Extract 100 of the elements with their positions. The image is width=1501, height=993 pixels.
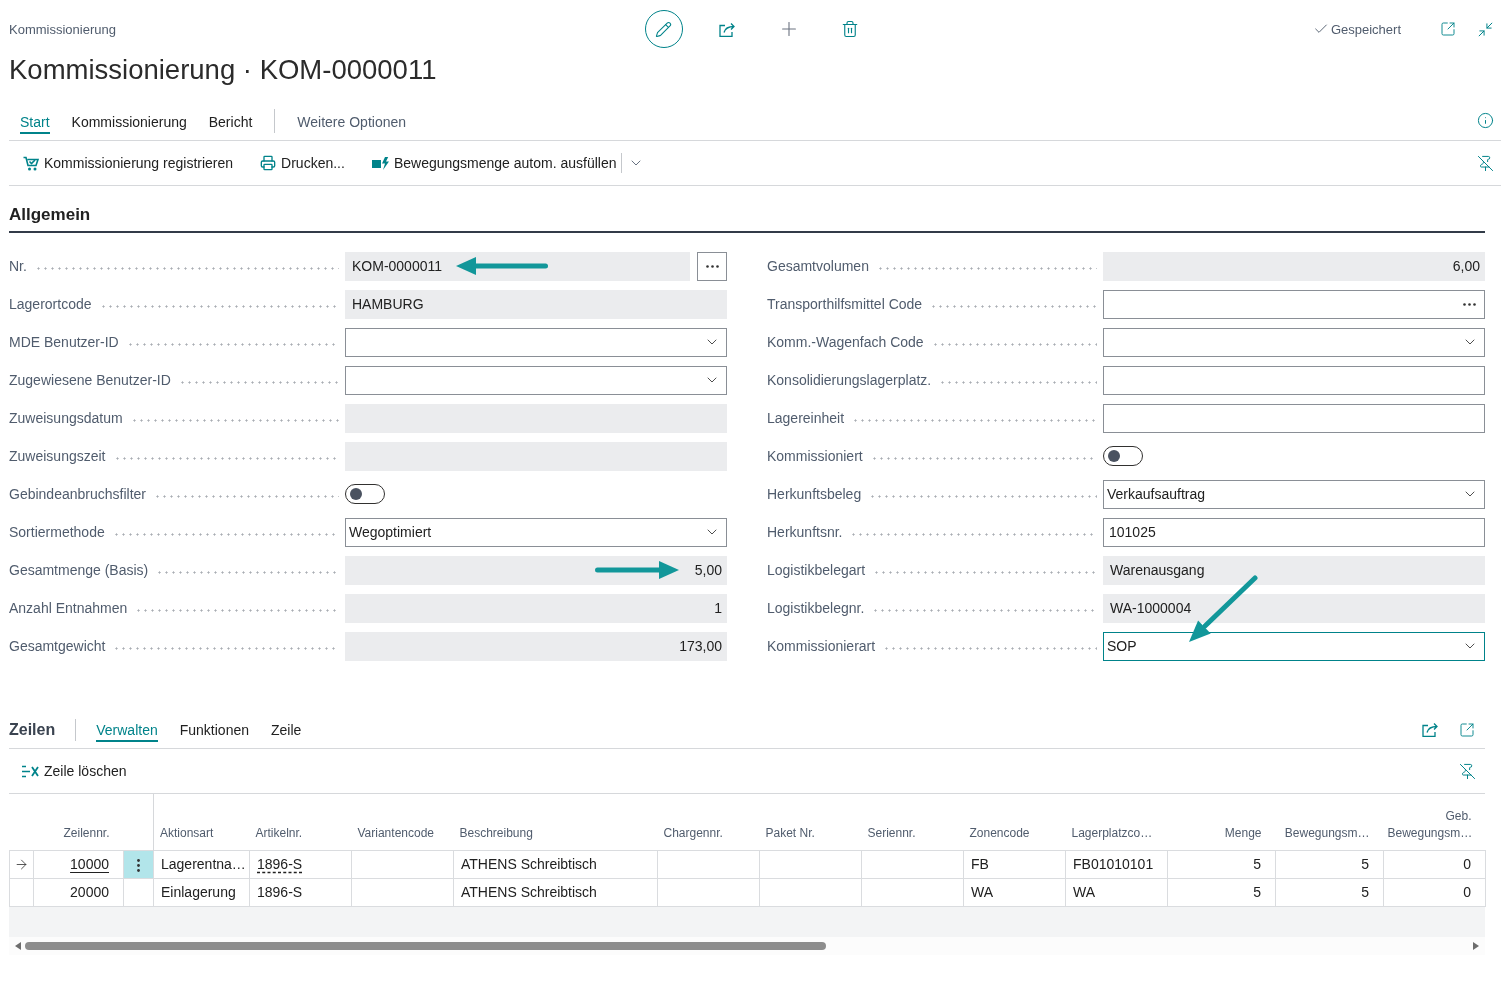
field-label: Komm.-Wagenfach Code	[767, 334, 924, 350]
edit-button[interactable]	[644, 10, 683, 48]
tab[interactable]: Kommissionierung	[71, 112, 187, 134]
callout-arrow-icon	[594, 561, 679, 579]
field-label: MDE Benutzer-ID	[9, 334, 119, 350]
info-icon	[1476, 111, 1494, 129]
table-cell: 1896-S	[249, 878, 352, 906]
readonly-field: 1	[345, 593, 727, 623]
table-cell: FB	[963, 850, 1066, 878]
unpin-icon	[1458, 762, 1476, 780]
readonly-field: KOM-0000011	[345, 251, 690, 281]
field-label: Herkunftsnr.	[767, 524, 843, 540]
table-cell: 20000	[33, 878, 124, 906]
share-icon	[1421, 722, 1439, 737]
action-button[interactable]: Kommissionierung registrieren	[23, 147, 234, 179]
dropdown-field[interactable]	[1103, 327, 1485, 357]
table-cell: 1896-S	[249, 850, 352, 878]
readonly-field: 5,00	[345, 555, 727, 585]
section-title[interactable]: Allgemein	[9, 204, 1485, 226]
column-header[interactable]: Chargennr.	[657, 794, 760, 850]
row-selector[interactable]	[9, 850, 34, 878]
popout-icon	[1440, 21, 1456, 37]
field-label: Logistikbelegnr.	[767, 600, 865, 616]
toggle-switch[interactable]	[345, 484, 385, 504]
column-header[interactable]: Beschreibung	[453, 794, 658, 850]
lookup-button[interactable]	[697, 251, 727, 281]
field-label: Lagereinheit	[767, 410, 845, 426]
field-label: Zuweisungsdatum	[9, 410, 123, 426]
share-icon	[719, 21, 736, 37]
readonly-field: WA-1000004	[1103, 593, 1485, 623]
collapse-icon	[1476, 20, 1494, 38]
list-x-icon	[22, 764, 39, 778]
field-label: Herkunftsbeleg	[767, 486, 862, 502]
column-header[interactable]: Artikelnr.	[249, 794, 352, 850]
field-label: Gesamtmenge (Basis)	[9, 562, 149, 578]
trash-icon	[840, 20, 859, 38]
table-cell: WA	[963, 878, 1066, 906]
tab[interactable]: Bericht	[208, 112, 253, 134]
page-title: Kommissionierung · KOM-0000011	[9, 53, 438, 87]
input-field[interactable]	[1103, 403, 1485, 433]
action-button[interactable]: Drucken...	[260, 147, 345, 179]
dropdown-field[interactable]	[345, 327, 727, 357]
column-header[interactable]: Seriennr.	[861, 794, 964, 850]
tab[interactable]: Verwalten	[96, 717, 158, 742]
table-cell: Lagerentna…	[153, 850, 250, 878]
table-cell: WA	[1065, 878, 1168, 906]
table-cell: 0	[1383, 878, 1486, 906]
dropdown-field[interactable]: Wegoptimiert	[345, 517, 727, 547]
toggle-switch[interactable]	[1103, 446, 1143, 466]
scroll-left-icon[interactable]	[15, 941, 21, 950]
column-header[interactable]: Menge	[1167, 794, 1276, 850]
scrollbar-thumb[interactable]	[25, 941, 826, 950]
box-lightning-icon	[371, 156, 389, 170]
column-header[interactable]: Paket Nr.	[759, 794, 862, 850]
table-cell: Einlagerung	[153, 878, 250, 906]
cart-check-icon	[23, 155, 39, 171]
input-field[interactable]	[1103, 365, 1485, 395]
field-label: Konsolidierungslagerplatz.	[767, 372, 932, 388]
dropdown-field[interactable]: SOP	[1103, 631, 1485, 661]
column-header[interactable]: Lagerplatzco…	[1065, 794, 1168, 850]
table-cell: FB01010101	[1065, 850, 1168, 878]
arrow-right-icon	[14, 857, 29, 873]
more-options-button[interactable]: Weitere Optionen	[297, 112, 407, 132]
row-action-cell[interactable]	[123, 850, 154, 878]
readonly-field: Warenausgang	[1103, 555, 1485, 585]
dropdown-field[interactable]	[345, 365, 727, 395]
column-header[interactable]: Zeilennr.	[33, 794, 124, 850]
input-field[interactable]: 101025	[1103, 517, 1485, 547]
action-button[interactable]: Bewegungsmenge autom. ausfüllen	[371, 147, 617, 179]
action-button[interactable]: Zeile löschen	[22, 755, 127, 787]
readonly-field: HAMBURG	[345, 289, 727, 319]
scroll-right-icon[interactable]	[1473, 941, 1479, 950]
table-cell: ATHENS Schreibtisch	[453, 878, 658, 906]
table-cell: 5	[1167, 850, 1276, 878]
column-header[interactable]: Aktionsart	[153, 794, 250, 850]
input-field[interactable]	[1103, 289, 1485, 319]
tab[interactable]: Funktionen	[179, 717, 249, 742]
table-cell: 5	[1275, 850, 1384, 878]
field-label: Kommissioniert	[767, 448, 863, 464]
expand-icon	[1459, 721, 1475, 738]
field-label: Zugewiesene Benutzer-ID	[9, 372, 171, 388]
column-header[interactable]: Variantencode	[351, 794, 454, 850]
readonly-field: 6,00	[1103, 251, 1485, 281]
field-label: Kommissionierart	[767, 638, 876, 654]
column-header[interactable]: Geb. Bewegungsm…	[1383, 794, 1486, 850]
field-label: Zuweisungszeit	[9, 448, 106, 464]
breadcrumb[interactable]: Kommissionierung	[9, 21, 116, 37]
column-header[interactable]: Bewegungsm…	[1275, 794, 1384, 850]
tab[interactable]: Zeile	[271, 717, 302, 742]
field-label: Logistikbelegart	[767, 562, 866, 578]
printer-icon	[260, 155, 277, 171]
table-cell: 10000	[33, 850, 124, 878]
dropdown-field[interactable]: Verkaufsauftrag	[1103, 479, 1485, 509]
section-title: Zeilen	[9, 720, 56, 739]
tab[interactable]: Start	[20, 112, 50, 134]
save-status: Gespeichert	[1330, 21, 1401, 37]
column-header[interactable]: Zonencode	[963, 794, 1066, 850]
unpin-icon	[1476, 154, 1494, 172]
ellipsis-icon	[705, 264, 719, 268]
field-label: Gesamtvolumen	[767, 258, 869, 274]
